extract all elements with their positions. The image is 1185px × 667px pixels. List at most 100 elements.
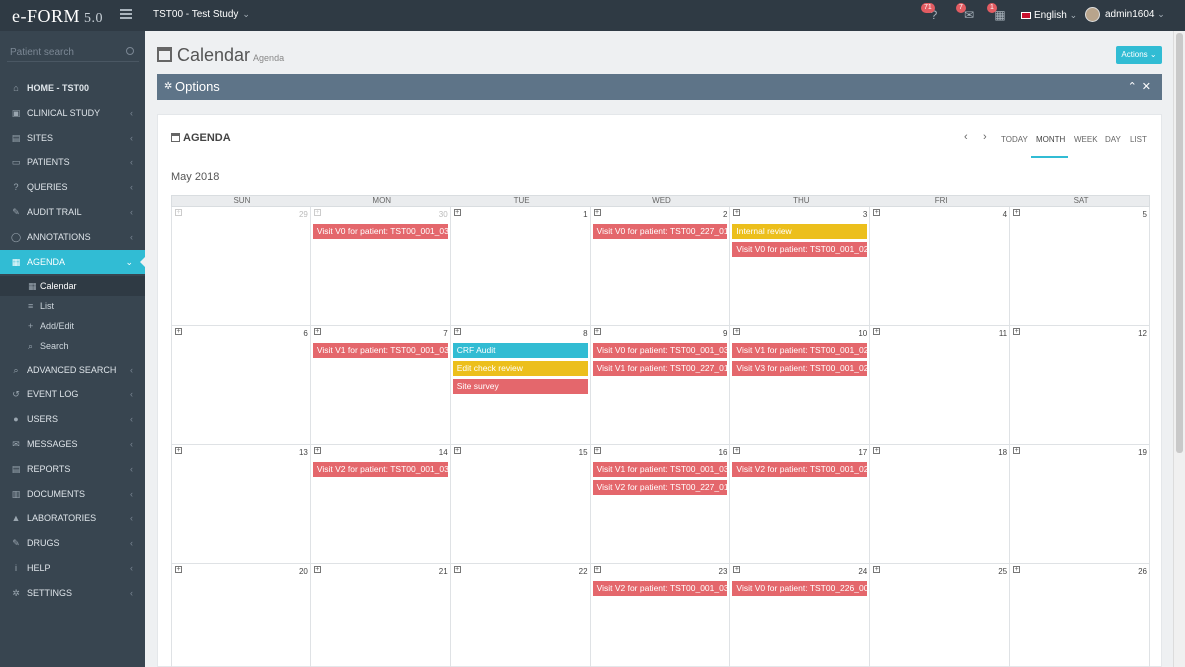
day-cell[interactable]: +18 <box>870 445 1011 564</box>
day-cell[interactable]: +12 <box>1010 326 1150 445</box>
day-cell[interactable]: +2 Visit V0 for patient: TST00_227_01 <box>590 207 731 326</box>
sidebar-item-documents[interactable]: ▥ DOCUMENTS ‹ <box>0 482 145 506</box>
calendar-event[interactable]: Visit V1 for patient: TST00_227_01 <box>592 361 728 376</box>
calendar-event[interactable]: Visit V0 for patient: TST00_001_03 <box>592 343 728 358</box>
user-menu[interactable]: admin1604 ⌄ <box>1085 7 1165 22</box>
day-cell[interactable]: +26 <box>1010 564 1150 667</box>
add-event-icon[interactable]: + <box>873 566 881 573</box>
add-event-icon[interactable]: + <box>593 566 601 573</box>
day-cell[interactable]: +11 <box>870 326 1011 445</box>
add-event-icon[interactable]: + <box>313 566 321 573</box>
day-cell[interactable]: +30 Visit V0 for patient: TST00_001_03 <box>310 207 451 326</box>
scrollbar-thumb[interactable] <box>1176 33 1183 453</box>
prev-icon[interactable]: ‹ <box>964 131 968 143</box>
sidebar-item-users[interactable]: ● USERS ‹ <box>0 407 145 431</box>
add-event-icon[interactable]: + <box>313 209 321 216</box>
add-event-icon[interactable]: + <box>873 328 881 335</box>
day-cell[interactable]: +10 Visit V1 for patient: TST00_001_02 Vis… <box>730 326 871 445</box>
study-selector[interactable]: TST00 - Test Study ⌄ <box>153 9 250 20</box>
sidebar-item-drugs[interactable]: ✎ DRUGS ‹ <box>0 531 145 555</box>
day-cell[interactable]: +6 <box>171 326 311 445</box>
add-event-icon[interactable]: + <box>313 328 321 335</box>
day-cell[interactable]: +24 Visit V0 for patient: TST00_226_00 <box>730 564 871 667</box>
add-event-icon[interactable]: + <box>873 447 881 454</box>
sidebar-item-reports[interactable]: ▤ REPORTS ‹ <box>0 457 145 481</box>
day-cell[interactable]: +4 <box>870 207 1011 326</box>
view-month-button[interactable]: MONTH <box>1036 135 1065 144</box>
day-cell[interactable]: +3 Internal review Visit V0 for patient: T… <box>730 207 871 326</box>
language-selector[interactable]: English ⌄ <box>1021 10 1077 21</box>
add-event-icon[interactable]: + <box>175 447 182 454</box>
day-cell[interactable]: +13 <box>171 445 311 564</box>
add-event-icon[interactable]: + <box>175 209 182 216</box>
add-event-icon[interactable]: + <box>1013 447 1021 454</box>
add-event-icon[interactable]: + <box>175 566 182 573</box>
next-icon[interactable]: › <box>983 131 987 143</box>
actions-button[interactable]: Actions ⌄ <box>1116 46 1162 64</box>
search-icon[interactable] <box>126 47 134 55</box>
sidebar-item-laboratories[interactable]: ▲ LABORATORIES ‹ <box>0 506 145 530</box>
calendar-event[interactable]: Visit V2 for patient: TST00_001_03 <box>312 462 448 477</box>
close-icon[interactable]: ✕ <box>1142 81 1156 93</box>
add-event-icon[interactable]: + <box>453 209 461 216</box>
patient-search-input[interactable]: Patient search <box>7 44 139 62</box>
day-cell[interactable]: +29 <box>171 207 311 326</box>
calendar-event[interactable]: Visit V2 for patient: TST00_001_02 <box>732 462 868 477</box>
sidebar-item-audit-trail[interactable]: ✎ AUDIT TRAIL ‹ <box>0 200 145 224</box>
sidebar-item-event-log[interactable]: ↺ EVENT LOG ‹ <box>0 382 145 406</box>
sidebar-subitem-calendar[interactable]: ▦ Calendar <box>0 276 145 297</box>
add-event-icon[interactable]: + <box>733 566 741 573</box>
view-week-button[interactable]: WEEK <box>1074 135 1098 144</box>
calendar-event[interactable]: Site survey <box>452 379 588 394</box>
view-list-button[interactable]: LIST <box>1130 135 1147 144</box>
calendar-event[interactable]: Visit V1 for patient: TST00_001_02 <box>732 343 868 358</box>
sidebar-item-sites[interactable]: ▤ SITES ‹ <box>0 126 145 150</box>
calendar-event[interactable]: Visit V0 for patient: TST00_226_00 <box>732 581 868 596</box>
add-event-icon[interactable]: + <box>873 209 881 216</box>
sidebar-item-patients[interactable]: ▭ PATIENTS ‹ <box>0 150 145 174</box>
day-cell[interactable]: +8 CRF Audit Edit check review Site survey <box>450 326 591 445</box>
sidebar-item-messages[interactable]: ✉ MESSAGES ‹ <box>0 432 145 456</box>
sidebar-item-advanced-search[interactable]: ⌕ ADVANCED SEARCH ‹ <box>0 358 145 382</box>
add-event-icon[interactable]: + <box>1013 328 1021 335</box>
add-event-icon[interactable]: + <box>733 209 741 216</box>
day-cell[interactable]: +17 Visit V2 for patient: TST00_001_02 <box>730 445 871 564</box>
day-cell[interactable]: +9 Visit V0 for patient: TST00_001_03 Visi… <box>590 326 731 445</box>
add-event-icon[interactable]: + <box>1013 566 1021 573</box>
calendar-event[interactable]: Visit V0 for patient: TST00_001_02 <box>732 242 868 257</box>
menu-toggle-icon[interactable] <box>120 9 132 19</box>
options-panel-header[interactable]: ✲ Options ⌃✕ <box>157 74 1162 100</box>
calendar-event[interactable]: Visit V2 for patient: TST00_227_01 <box>592 480 728 495</box>
day-cell[interactable]: +5 <box>1010 207 1150 326</box>
calendar-event[interactable]: Visit V0 for patient: TST00_001_03 <box>312 224 448 239</box>
sidebar-item-settings[interactable]: ✲ SETTINGS ‹ <box>0 581 145 605</box>
add-event-icon[interactable]: + <box>313 447 321 454</box>
calendar-event[interactable]: Edit check review <box>452 361 588 376</box>
day-cell[interactable]: +14 Visit V2 for patient: TST00_001_03 <box>310 445 451 564</box>
sidebar-subitem-search[interactable]: ⌕ Search <box>0 336 145 356</box>
sidebar-item-clinical-study[interactable]: ▣ CLINICAL STUDY ‹ <box>0 101 145 125</box>
add-event-icon[interactable]: + <box>453 566 461 573</box>
day-cell[interactable]: +7 Visit V1 for patient: TST00_001_03 <box>310 326 451 445</box>
sidebar-item-help[interactable]: i HELP ‹ <box>0 556 145 580</box>
sidebar-item-queries[interactable]: ? QUERIES ‹ <box>0 175 145 199</box>
add-event-icon[interactable]: + <box>733 447 741 454</box>
add-event-icon[interactable]: + <box>593 328 601 335</box>
calendar-event[interactable]: Visit V3 for patient: TST00_001_02 <box>732 361 868 376</box>
add-event-icon[interactable]: + <box>453 328 461 335</box>
mail-icon[interactable]: ✉ 7 <box>956 3 976 21</box>
calendar-icon[interactable]: ▦ 1 <box>987 3 1007 21</box>
calendar-event[interactable]: Visit V2 for patient: TST00_001_03 <box>592 581 728 596</box>
add-event-icon[interactable]: + <box>1013 209 1021 216</box>
sidebar-item-annotations[interactable]: ◯ ANNOTATIONS ‹ <box>0 225 145 249</box>
day-cell[interactable]: +1 <box>450 207 591 326</box>
sidebar-item-agenda[interactable]: ▦ AGENDA ⌄ <box>0 249 145 274</box>
page-scrollbar[interactable] <box>1173 31 1185 667</box>
day-cell[interactable]: +22 <box>451 564 591 667</box>
add-event-icon[interactable]: + <box>593 447 601 454</box>
sidebar-subitem-add-edit[interactable]: + Add/Edit <box>0 316 145 336</box>
view-today-button[interactable]: TODAY <box>1001 135 1028 144</box>
app-logo[interactable]: e-FORM 5.0 <box>12 6 103 27</box>
day-cell[interactable]: +25 <box>870 564 1011 667</box>
collapse-icon[interactable]: ⌃ <box>1128 81 1142 93</box>
